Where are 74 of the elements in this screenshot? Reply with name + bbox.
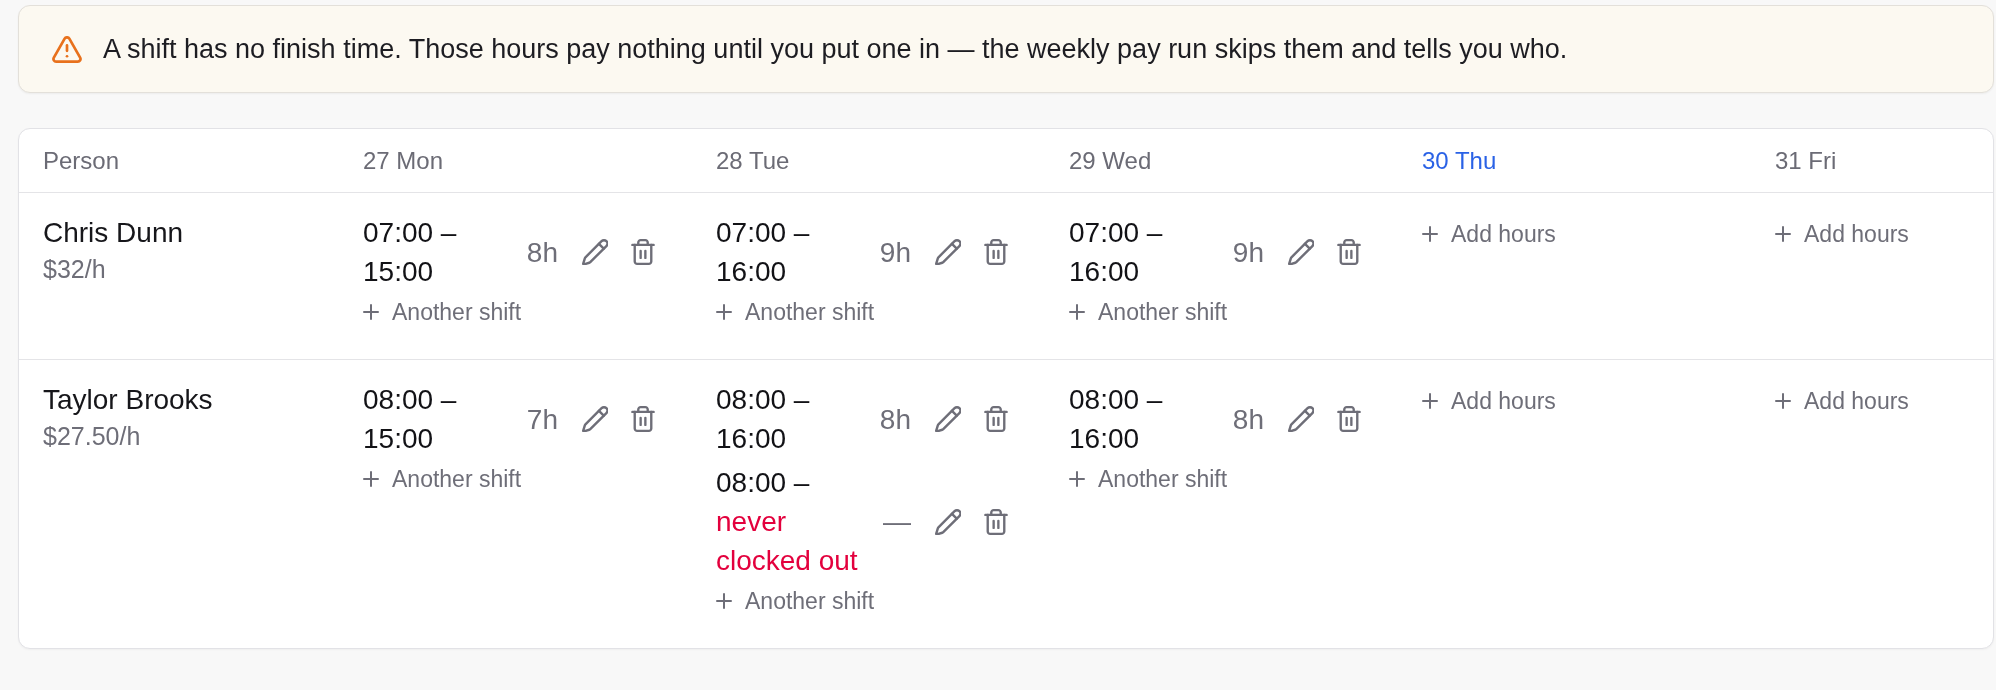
pencil-icon [935, 508, 961, 535]
another-shift-button[interactable]: Another shift [716, 299, 875, 325]
warning-icon [52, 35, 82, 63]
edit-button[interactable] [935, 508, 961, 535]
column-header: 31 Fri [1775, 146, 1837, 174]
edit-button[interactable] [935, 406, 961, 432]
pencil-icon [1288, 406, 1314, 432]
plus-icon [716, 593, 732, 609]
another-shift-button[interactable]: Another shift [363, 299, 522, 325]
shift-time: 07:00 – 15:00 [363, 217, 457, 287]
add-hours-button[interactable]: Add hours [1775, 221, 1909, 247]
edit-button[interactable] [1288, 406, 1314, 432]
trash-icon [1336, 239, 1362, 265]
edit-button[interactable] [582, 406, 608, 432]
plus-icon [1775, 226, 1791, 242]
column-header: 28 Tue [716, 146, 790, 174]
shift-hours: 8h [879, 403, 911, 435]
edit-button[interactable] [582, 239, 608, 265]
delete-button[interactable] [1336, 239, 1362, 265]
shift-hours: 8h [526, 236, 558, 268]
trash-icon [630, 406, 656, 432]
pencil-icon [582, 406, 608, 432]
delete-button[interactable] [983, 406, 1009, 432]
shift-time: 07:00 – 16:00 [716, 217, 810, 287]
plus-icon [1422, 226, 1438, 242]
plus-icon [1775, 393, 1791, 409]
plus-icon [1069, 471, 1085, 487]
pencil-icon [935, 239, 961, 265]
shift-time: 07:00 – 16:00 [1069, 217, 1163, 287]
trash-icon [983, 239, 1009, 265]
shift-time: 08:00 – 15:00 [363, 384, 457, 454]
pencil-icon [935, 406, 961, 432]
delete-button[interactable] [630, 239, 656, 265]
plus-icon [1069, 304, 1085, 320]
shift-hours: 8h [1232, 403, 1264, 435]
shift-hours: 9h [879, 236, 911, 268]
shift-hours: — [883, 506, 911, 537]
person-name: Taylor Brooks [43, 383, 213, 417]
trash-icon [1336, 406, 1362, 432]
another-shift-button[interactable]: Another shift [363, 466, 522, 492]
edit-button[interactable] [1288, 239, 1314, 265]
plus-icon [363, 304, 379, 320]
plus-icon [1422, 393, 1438, 409]
add-hours-button[interactable]: Add hours [1422, 221, 1556, 247]
pay-rate: $32/h [43, 254, 106, 285]
trash-icon [983, 406, 1009, 432]
another-shift-button[interactable]: Another shift [1069, 466, 1228, 492]
delete-button[interactable] [1336, 406, 1362, 432]
pencil-icon [582, 239, 608, 265]
column-header: 27 Mon [363, 146, 444, 174]
trash-icon [630, 239, 656, 265]
column-header: 29 Wed [1069, 146, 1152, 174]
trash-icon [983, 508, 1009, 535]
edit-button[interactable] [935, 239, 961, 265]
plus-icon [363, 471, 379, 487]
delete-button[interactable] [630, 406, 656, 432]
pay-rate: $27.50/h [43, 421, 141, 452]
add-hours-button[interactable]: Add hours [1422, 388, 1556, 414]
shift-hours: 9h [1232, 236, 1264, 268]
another-shift-button[interactable]: Another shift [1069, 299, 1228, 325]
delete-button[interactable] [983, 239, 1009, 265]
shift-time: 08:00 – 16:00 [1069, 384, 1163, 454]
column-header: 30 Thu [1422, 146, 1497, 174]
shift-hours: 7h [526, 403, 558, 435]
shift-time: 08:00 – 16:00 [716, 384, 810, 454]
person-name: Chris Dunn [43, 216, 184, 250]
warning-message: A shift has no finish time. Those hours pay nothing until you put one in — the weekly pay run skips them and tells you who. [103, 33, 1568, 66]
plus-icon [716, 304, 732, 320]
add-hours-button[interactable]: Add hours [1775, 388, 1909, 414]
column-header: Person [43, 146, 120, 174]
shift-time: 08:00 – never clocked out [716, 467, 858, 576]
another-shift-button[interactable]: Another shift [716, 588, 875, 614]
pencil-icon [1288, 239, 1314, 265]
delete-button[interactable] [983, 508, 1009, 535]
